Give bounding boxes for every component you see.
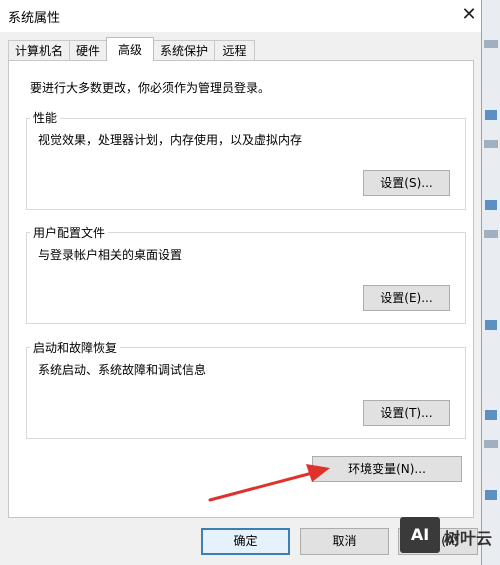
tab-system-protection[interactable]: 系统保护 — [153, 40, 215, 60]
tab-label: 硬件 — [75, 44, 100, 58]
tab-label: 计算机名 — [14, 44, 63, 58]
user-profiles-group-title: 用户配置文件 — [30, 224, 109, 241]
watermark-logo: AI — [400, 517, 440, 553]
admin-notice: 要进行大多数更改，你必须作为管理员登录。 — [30, 81, 271, 95]
background-glyph — [485, 410, 497, 420]
background-glyph — [485, 110, 497, 120]
title-bar: 系统属性 ✕ — [0, 0, 481, 32]
background-glyph — [484, 230, 498, 238]
tab-label: 远程 — [222, 44, 247, 58]
startup-recovery-group-title: 启动和故障恢复 — [30, 339, 121, 356]
background-glyph — [484, 140, 498, 148]
cancel-button[interactable]: 取消 — [300, 528, 389, 555]
tab-hardware[interactable]: 硬件 — [69, 40, 107, 60]
startup-recovery-settings-button[interactable]: 设置(T)... — [363, 400, 450, 426]
tab-computer-name[interactable]: 计算机名 — [8, 40, 70, 60]
performance-settings-button[interactable]: 设置(S)... — [363, 170, 450, 196]
ok-button[interactable]: 确定 — [201, 528, 290, 555]
background-glyph — [484, 40, 498, 48]
background-glyph — [485, 490, 497, 500]
performance-group-title: 性能 — [30, 109, 61, 126]
background-window-strip — [482, 0, 500, 565]
tab-label: 高级 — [117, 43, 142, 57]
window-title: 系统属性 — [8, 11, 61, 26]
background-glyph — [485, 320, 497, 330]
system-properties-dialog: 系统属性 ✕ 计算机名 硬件 高级 系统保护 远程 要进行大多数更改，你必须作为… — [0, 0, 482, 565]
tab-advanced[interactable]: 高级 — [106, 37, 154, 61]
background-glyph — [485, 200, 497, 210]
tab-remote[interactable]: 远程 — [214, 40, 255, 60]
user-profiles-settings-button[interactable]: 设置(E)... — [363, 285, 450, 311]
watermark: AI 树叶云 — [400, 517, 500, 557]
user-profiles-description: 与登录帐户相关的桌面设置 — [38, 248, 183, 262]
performance-description: 视觉效果，处理器计划，内存使用，以及虚拟内存 — [38, 133, 303, 147]
startup-recovery-description: 系统启动、系统故障和调试信息 — [38, 363, 207, 377]
background-glyph — [484, 440, 498, 448]
close-icon[interactable]: ✕ — [458, 2, 480, 28]
watermark-text: 树叶云 — [444, 529, 493, 548]
environment-variables-button[interactable]: 环境变量(N)... — [312, 456, 462, 482]
tab-label: 系统保护 — [159, 44, 208, 58]
